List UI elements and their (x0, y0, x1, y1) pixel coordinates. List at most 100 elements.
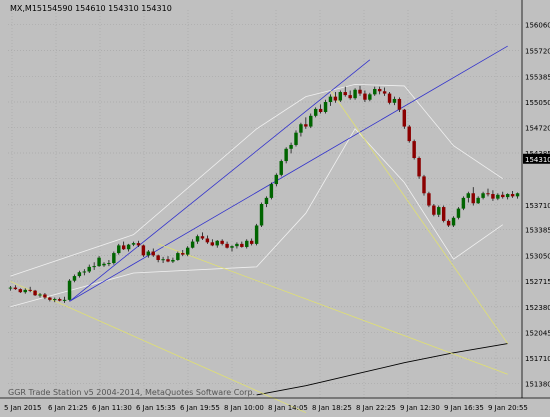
candle-body (309, 115, 313, 127)
candle-body (220, 240, 224, 244)
price-chart[interactable]: 1560601557201553851550501547201543851537… (0, 0, 550, 413)
candle-body (382, 91, 387, 94)
candle-body (161, 259, 165, 261)
candle-body (57, 299, 62, 301)
candle-body (67, 280, 72, 300)
chart-background (0, 0, 550, 413)
y-tick-label: 151380 (525, 380, 550, 388)
candle-body (13, 287, 18, 290)
symbol-label: MX,M15 (10, 4, 42, 13)
candle-body (476, 197, 480, 204)
candle-body (33, 290, 37, 296)
candle-body (77, 272, 82, 277)
candle-body (486, 193, 490, 195)
candle-body (323, 102, 328, 112)
x-tick-label: 8 Jan 10:00 (224, 404, 264, 412)
candle-body (358, 89, 362, 94)
candle-body (407, 126, 411, 142)
x-tick-label: 6 Jan 11:30 (92, 404, 132, 412)
candle-body (446, 220, 451, 226)
current-price-label: 154310 (525, 156, 550, 164)
copyright-text: GGR Trade Station v5 2004-2014, MetaQuot… (8, 388, 255, 397)
candle-body (392, 98, 397, 103)
candle-body (318, 108, 323, 112)
x-tick-label: 9 Jan 16:35 (444, 404, 484, 412)
candle-body (185, 247, 190, 255)
candle-body (397, 98, 402, 110)
candle-body (515, 193, 520, 197)
x-tick-label: 5 Jan 2015 (4, 404, 42, 412)
candle-body (348, 95, 352, 99)
candle-body (18, 289, 23, 293)
candle-body (451, 217, 456, 226)
candle-body (43, 294, 47, 298)
candle-body (343, 92, 347, 96)
candle-body (210, 242, 215, 246)
candle-body (294, 132, 298, 145)
candle-body (284, 148, 288, 162)
candle-body (102, 263, 106, 266)
candle-body (72, 276, 77, 281)
candle-body (235, 243, 239, 247)
candle-body (505, 194, 510, 198)
candle-body (481, 193, 485, 198)
x-tick-label: 9 Jan 12:30 (400, 404, 440, 412)
candle-body (254, 225, 259, 244)
candle-body (363, 93, 367, 100)
candle-body (456, 208, 461, 218)
candle-body (269, 184, 274, 198)
candle-body (491, 194, 495, 199)
x-tick-label: 8 Jan 22:25 (356, 404, 396, 412)
candle-body (466, 193, 471, 198)
chart-root: 1560601557201553851550501547201543851537… (0, 0, 550, 413)
candle-body (249, 240, 254, 244)
candle-body (501, 194, 505, 198)
y-tick-label: 153050 (525, 252, 550, 260)
candle-body (112, 253, 116, 264)
candle-body (412, 141, 416, 158)
candle-body (230, 246, 234, 248)
candle-body (427, 193, 431, 206)
y-tick-label: 155720 (525, 48, 550, 56)
candle-body (195, 236, 200, 242)
y-tick-label: 152045 (525, 329, 550, 337)
x-tick-label: 8 Jan 18:25 (312, 404, 352, 412)
candle-body (510, 194, 515, 197)
candle-body (274, 174, 279, 185)
ohlc-readout: 154590 154610 154310 154310 (42, 4, 172, 13)
candle-body (471, 193, 475, 204)
candle-body (373, 88, 377, 95)
candle-body (417, 157, 421, 177)
candle-body (422, 176, 426, 194)
candle-body (141, 245, 146, 256)
x-tick-label: 6 Jan 15:35 (136, 404, 176, 412)
candle-body (200, 236, 205, 239)
candle-body (313, 108, 318, 116)
y-tick-label: 152380 (525, 304, 550, 312)
candle-body (205, 238, 210, 243)
candle-body (368, 94, 372, 100)
candle-body (432, 205, 436, 215)
candle-body (437, 207, 441, 215)
y-tick-label: 151710 (525, 355, 550, 363)
candle-body (62, 299, 67, 301)
candle-body (151, 251, 155, 256)
candle-body (131, 243, 136, 245)
x-tick-label: 6 Jan 21:25 (48, 404, 88, 412)
y-tick-label: 154720 (525, 124, 550, 132)
candle-body (176, 253, 180, 260)
candle-body (82, 271, 87, 273)
candle-body (328, 96, 333, 103)
candle-body (136, 243, 141, 246)
candle-body (166, 259, 170, 262)
candle-body (264, 197, 269, 204)
candle-body (190, 241, 195, 248)
x-tick-label: 8 Jan 14:05 (268, 404, 308, 412)
candle-body (225, 243, 229, 248)
candle-body (38, 294, 42, 296)
candle-body (240, 243, 244, 247)
y-tick-label: 156060 (525, 22, 550, 30)
candle-body (299, 124, 303, 133)
candle-body (171, 259, 175, 262)
candle-body (48, 297, 52, 300)
